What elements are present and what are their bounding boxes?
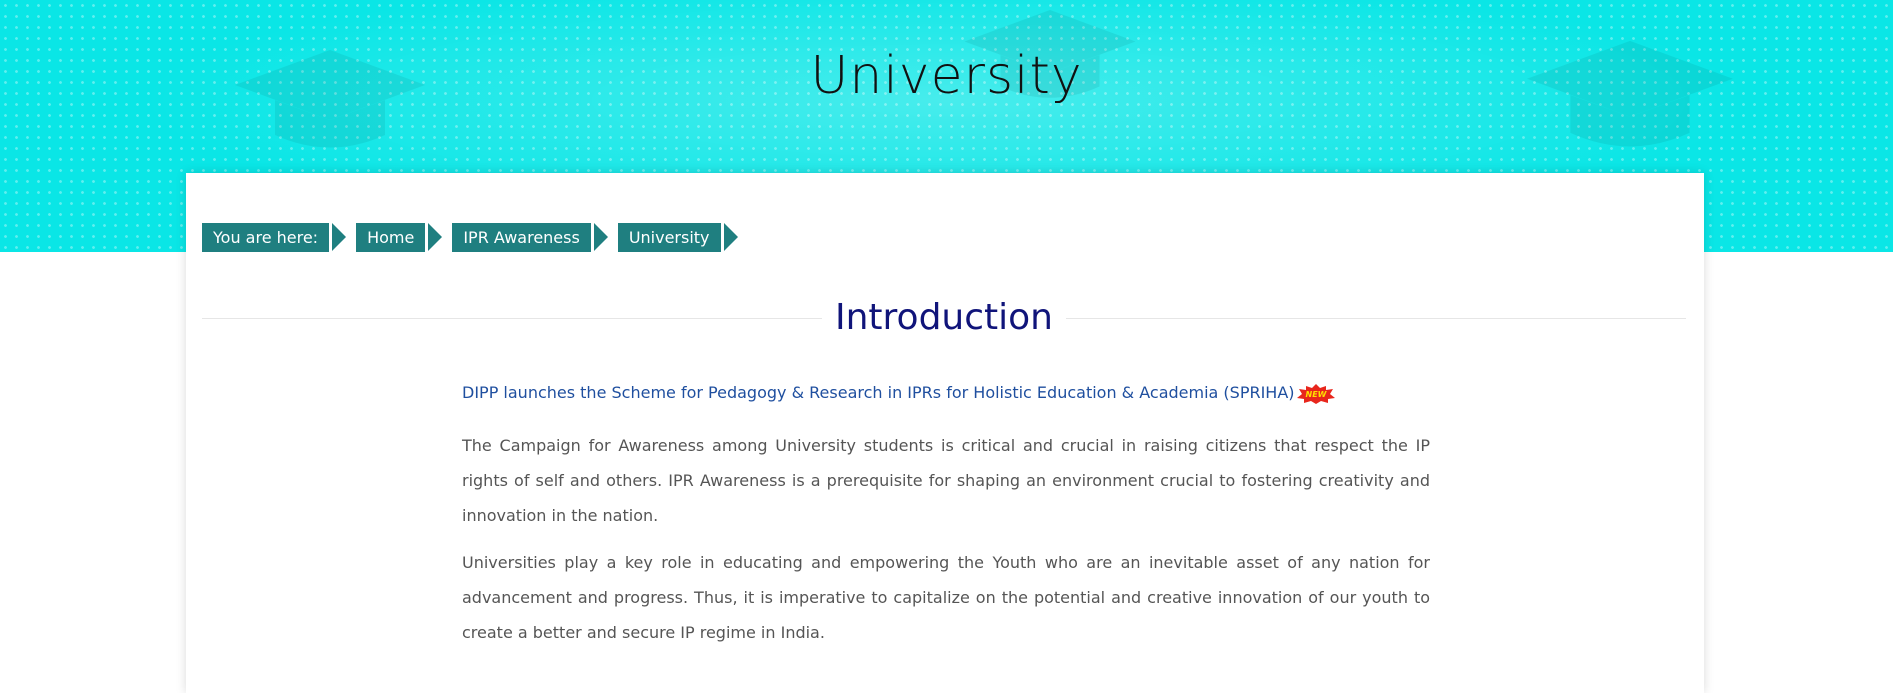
- breadcrumb-ipr-awareness-link[interactable]: IPR Awareness: [452, 223, 608, 252]
- section-title: Introduction: [834, 297, 1053, 338]
- breadcrumb-arrow-icon: [723, 223, 738, 251]
- breadcrumb-label-text: You are here:: [213, 228, 319, 247]
- breadcrumb: You are here: Home IPR Awareness Univers…: [202, 223, 748, 252]
- breadcrumb-label: You are here:: [202, 223, 347, 252]
- content-card: You are here: Home IPR Awareness Univers…: [186, 173, 1704, 693]
- spriha-news-link[interactable]: DIPP launches the Scheme for Pedagogy & …: [462, 383, 1295, 403]
- page-title: University: [810, 46, 1083, 106]
- breadcrumb-ipr-awareness-text: IPR Awareness: [463, 228, 580, 247]
- content-body: DIPP launches the Scheme for Pedagogy & …: [462, 383, 1430, 650]
- breadcrumb-home-text: Home: [367, 228, 415, 247]
- breadcrumb-arrow-icon: [593, 223, 608, 251]
- breadcrumb-current-university: University: [617, 223, 738, 252]
- new-badge-icon: NEW: [1296, 383, 1335, 404]
- intro-paragraph-1: The Campaign for Awareness among Univers…: [462, 435, 1430, 525]
- section-header: Introduction: [202, 293, 1686, 343]
- breadcrumb-arrow-icon: [332, 223, 347, 251]
- breadcrumb-arrow-icon: [428, 223, 443, 251]
- breadcrumb-current-text: University: [628, 228, 710, 247]
- breadcrumb-home-link[interactable]: Home: [356, 223, 443, 252]
- new-badge-text: NEW: [1305, 390, 1327, 399]
- intro-paragraph-2: Universities play a key role in educatin…: [462, 552, 1430, 642]
- news-line: DIPP launches the Scheme for Pedagogy & …: [462, 383, 1430, 404]
